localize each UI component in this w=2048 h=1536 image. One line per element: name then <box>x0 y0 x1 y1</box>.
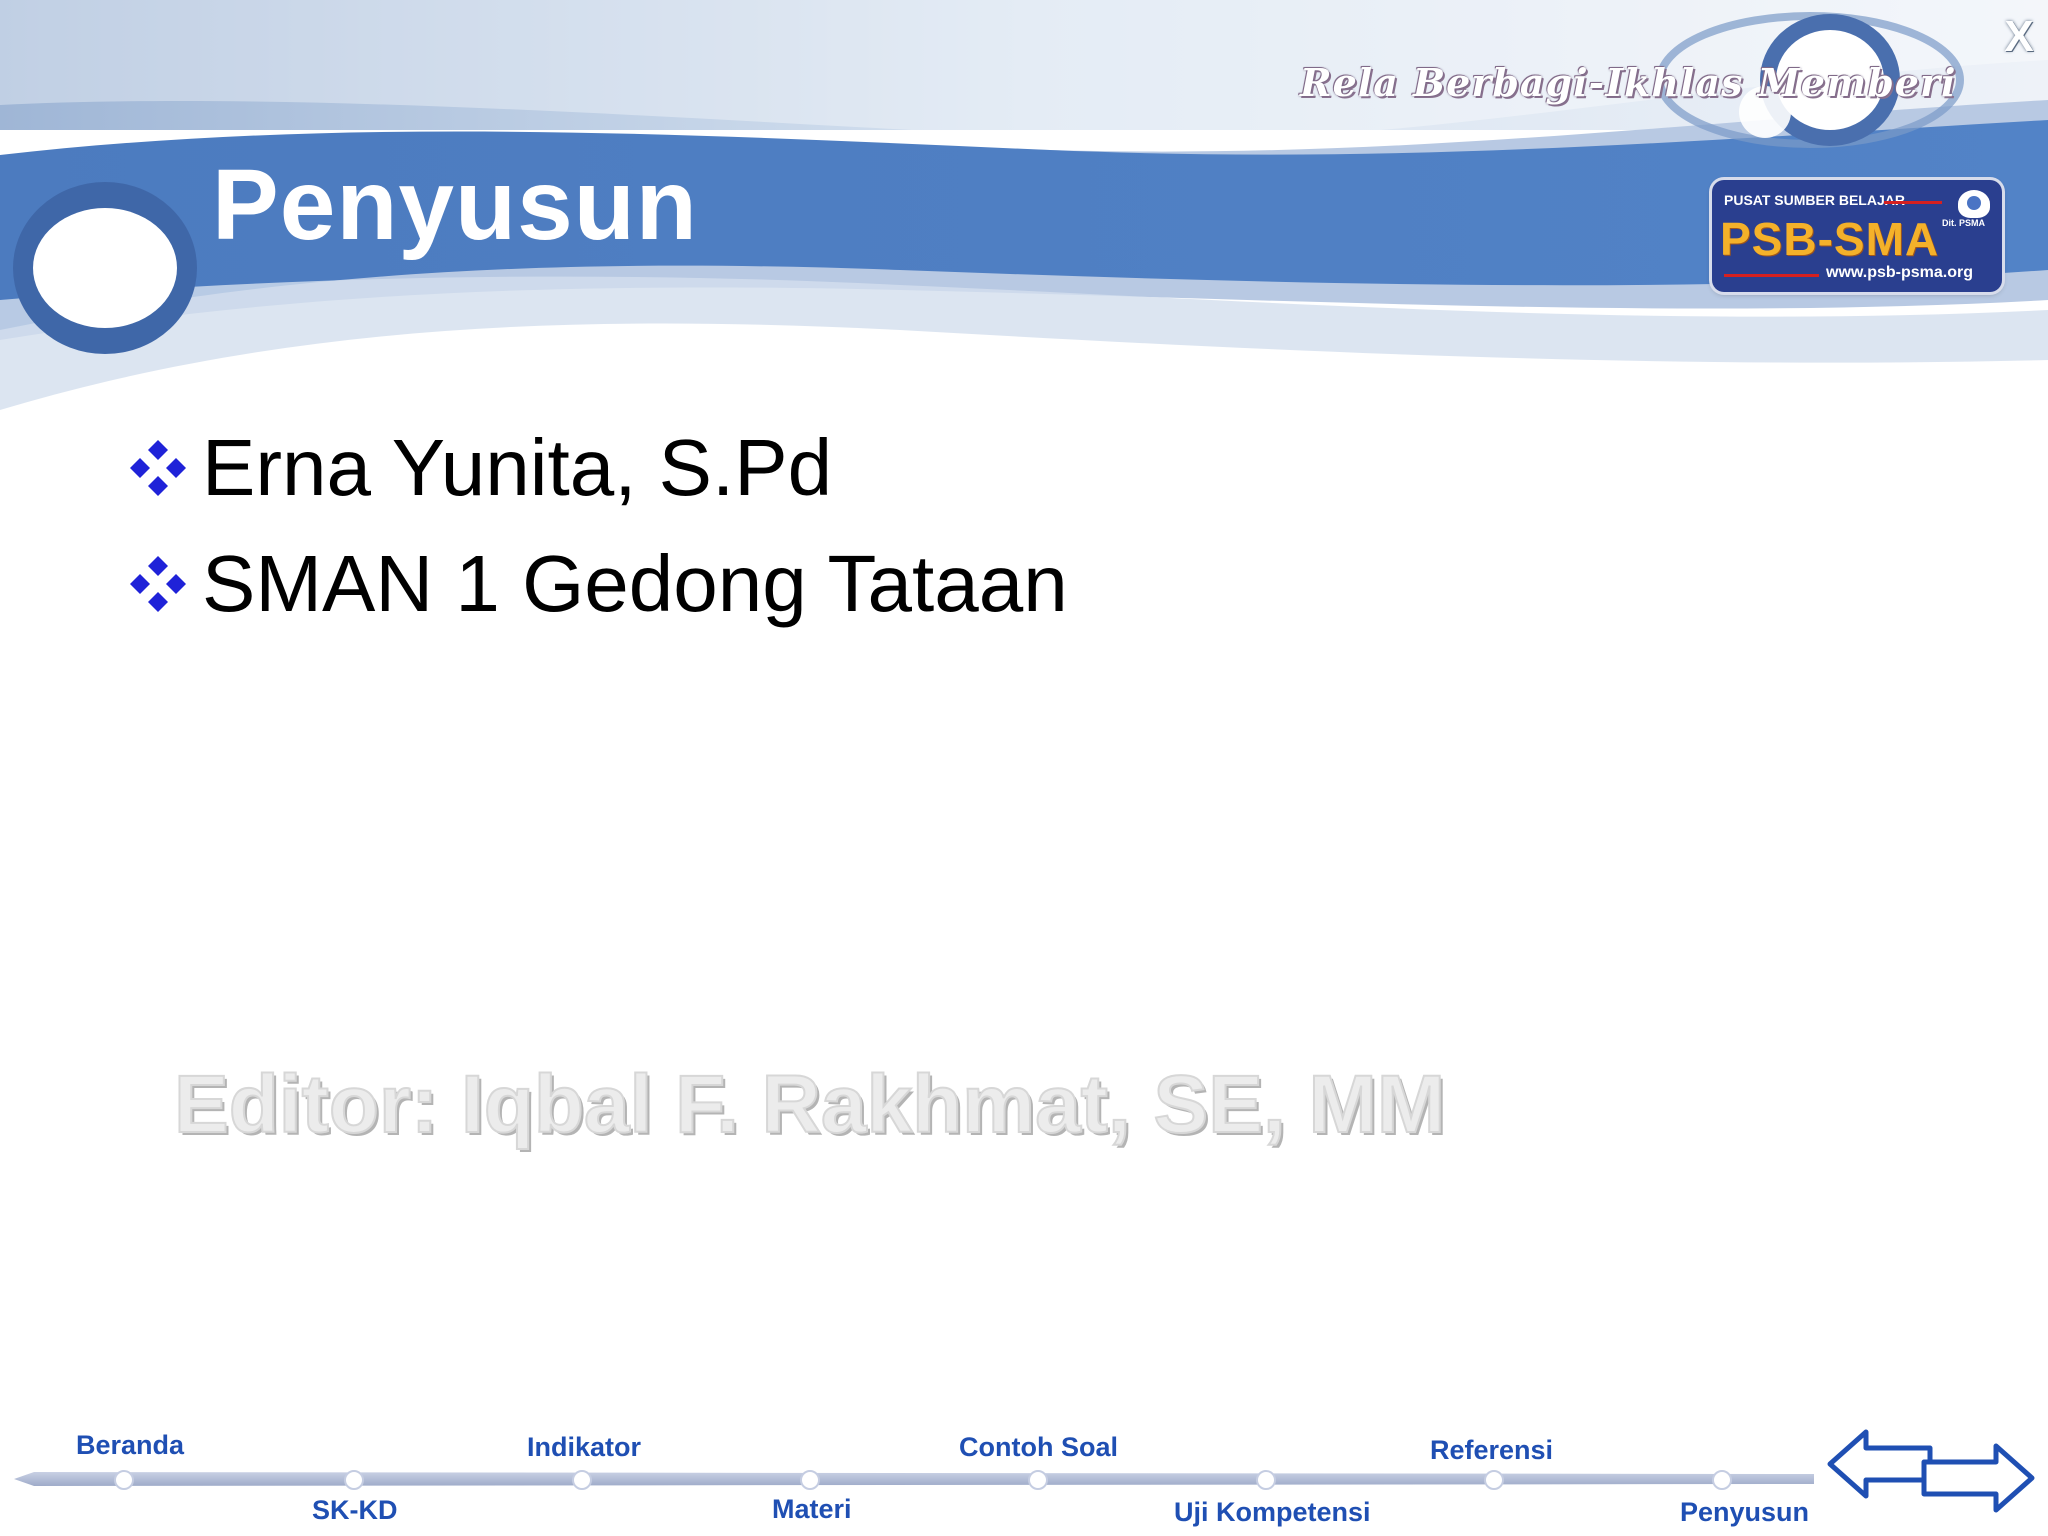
logo-sub-text: Dit. PSMA <box>1942 218 1986 228</box>
diamond-bullet-icon <box>130 440 186 496</box>
logo-top-text: PUSAT SUMBER BELAJAR <box>1724 192 1905 208</box>
nav-link-contoh-soal[interactable]: Contoh Soal <box>959 1432 1118 1463</box>
logo-main-text: PSB-SMA <box>1720 213 1940 265</box>
nav-dot-referensi[interactable] <box>1484 1470 1504 1490</box>
author-name: Erna Yunita, S.Pd <box>202 423 833 512</box>
nav-link-materi[interactable]: Materi <box>772 1494 852 1525</box>
nav-link-beranda[interactable]: Beranda <box>76 1430 184 1461</box>
nav-dot-penyusun[interactable] <box>1712 1470 1732 1490</box>
editor-credit: Editor: Iqbal F. Rakhmat, SE, MM <box>173 1058 1446 1151</box>
nav-dot-sk-kd[interactable] <box>344 1470 364 1490</box>
nav-dot-contoh-soal[interactable] <box>1028 1470 1048 1490</box>
nav-dot-indikator[interactable] <box>572 1470 592 1490</box>
nav-dot-uji-kompetensi[interactable] <box>1256 1470 1276 1490</box>
logo-divider-top <box>1884 201 1942 204</box>
logo-url: www.psb-psma.org <box>1826 264 1973 281</box>
page-title: Penyusun <box>212 149 698 261</box>
nav-link-indikator[interactable]: Indikator <box>527 1432 641 1463</box>
nav-dot-materi[interactable] <box>800 1470 820 1490</box>
nav-track <box>14 1472 1814 1486</box>
psb-sma-logo: PUSAT SUMBER BELAJAR PSB-SMA Dit. PSMA w… <box>1712 180 2002 292</box>
next-arrow-icon[interactable] <box>1920 1440 2036 1516</box>
logo-divider-bottom <box>1724 274 1819 277</box>
nav-link-referensi[interactable]: Referensi <box>1430 1435 1553 1466</box>
nav-link-sk-kd[interactable]: SK-KD <box>312 1495 398 1526</box>
tagline: Rela Berbagi-Ikhlas Memberi <box>1300 60 1957 105</box>
author-school: SMAN 1 Gedong Tataan <box>202 539 1068 628</box>
slide: Rela Berbagi-Ikhlas Memberi X Penyusun P… <box>0 0 2048 1536</box>
ministry-emblem-icon <box>1956 188 1992 220</box>
nav-link-uji-kompetensi[interactable]: Uji Kompetensi <box>1174 1497 1371 1528</box>
close-button[interactable]: X <box>1996 12 2042 62</box>
diamond-bullet-icon <box>130 556 186 612</box>
nav-dot-beranda[interactable] <box>114 1470 134 1490</box>
nav-link-penyusun[interactable]: Penyusun <box>1680 1497 1809 1528</box>
